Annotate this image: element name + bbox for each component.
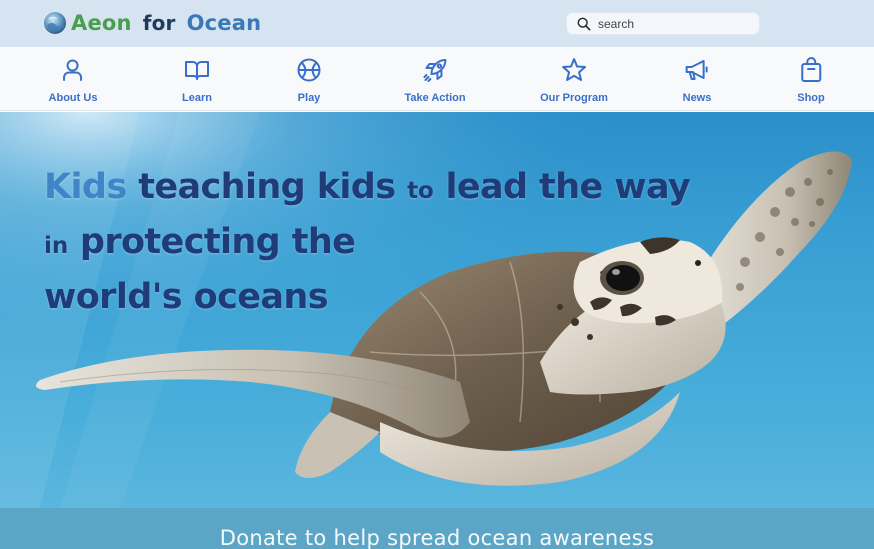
headline-kids: Kids bbox=[44, 167, 127, 207]
nav-item-about-us[interactable]: About Us bbox=[48, 57, 98, 104]
logo-word-for: for bbox=[142, 11, 176, 35]
ball-icon bbox=[297, 58, 321, 82]
nav-item-play[interactable]: Play bbox=[296, 57, 322, 104]
headline-lead-the-way: lead the way bbox=[445, 167, 691, 207]
nav-item-news[interactable]: News bbox=[682, 57, 712, 104]
nav-label-news: News bbox=[682, 92, 712, 104]
megaphone-icon bbox=[686, 60, 708, 80]
top-header: Aeon for Ocean bbox=[0, 0, 874, 47]
search-icon bbox=[577, 17, 591, 30]
book-icon bbox=[185, 61, 209, 80]
nav-item-learn[interactable]: Learn bbox=[182, 57, 212, 104]
donate-banner[interactable]: Donate to help spread ocean awareness bbox=[0, 508, 874, 549]
nav-label-play: Play bbox=[297, 92, 321, 104]
nav-label-about-us: About Us bbox=[48, 92, 98, 104]
star-icon bbox=[561, 58, 586, 81]
nav-label-learn: Learn bbox=[182, 92, 212, 104]
nav-label-our-program: Our Program bbox=[540, 92, 608, 104]
search-input[interactable] bbox=[598, 16, 748, 31]
hero-headline: Kids teaching kids to lead the way in pr… bbox=[44, 162, 704, 323]
search-box[interactable] bbox=[566, 12, 760, 35]
hero-banner: Kids teaching kids to lead the way in pr… bbox=[0, 112, 874, 508]
nav-item-take-action[interactable]: Take Action bbox=[404, 57, 466, 104]
person-icon bbox=[63, 59, 83, 81]
headline-line-2: in protecting the bbox=[44, 217, 704, 272]
headline-line-1: Kids teaching kids to lead the way bbox=[44, 162, 704, 217]
donate-text[interactable]: Donate to help spread ocean awareness bbox=[0, 526, 874, 549]
site-logo[interactable]: Aeon for Ocean bbox=[43, 9, 261, 37]
main-nav: About Us Learn Play Take Action Our Prog… bbox=[0, 47, 874, 111]
nav-label-take-action: Take Action bbox=[404, 92, 466, 104]
logo-word-aeon: Aeon bbox=[71, 11, 132, 35]
nav-label-shop: Shop bbox=[797, 92, 825, 104]
headline-line-3: world's oceans bbox=[44, 277, 329, 317]
nav-item-our-program[interactable]: Our Program bbox=[540, 57, 608, 104]
headline-teaching-kids: teaching kids bbox=[138, 167, 396, 207]
headline-to: to bbox=[407, 178, 434, 204]
shopping-bag-icon bbox=[801, 57, 821, 82]
rocket-icon bbox=[423, 59, 446, 82]
headline-protecting-the: protecting the bbox=[79, 222, 356, 262]
logo-word-ocean: Ocean bbox=[186, 11, 262, 35]
headline-in: in bbox=[44, 233, 69, 259]
globe-logo-icon bbox=[44, 12, 66, 34]
nav-item-shop[interactable]: Shop bbox=[797, 57, 825, 104]
